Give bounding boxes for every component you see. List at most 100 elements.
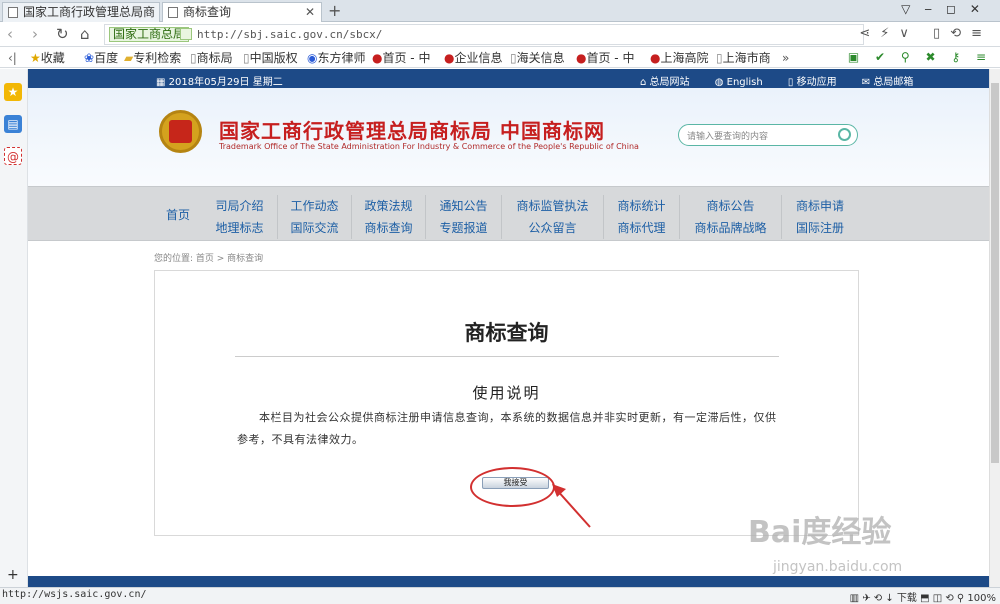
new-tab-button[interactable]: +: [328, 1, 341, 20]
nav-item[interactable]: 专题报道: [426, 217, 501, 239]
browser-tab-trademark-search[interactable]: 商标查询 ✕: [162, 2, 322, 22]
calendar-icon: ▦: [156, 77, 169, 88]
nav-column: 商标申请 国际注册: [782, 195, 858, 239]
emblem-icon: ●: [372, 51, 383, 65]
date-text: 2018年05月29日 星期二: [168, 77, 283, 88]
forward-icon[interactable]: ›: [32, 25, 38, 43]
page-icon: ▯: [716, 51, 723, 65]
page-title: 商标查询: [464, 321, 549, 345]
bookmark-trademark-office[interactable]: ▯商标局: [190, 50, 233, 66]
link-mobile-app[interactable]: ▯ 移动应用: [788, 77, 848, 88]
status-extra-icons[interactable]: ⬒ ◫ ⟲: [920, 593, 957, 604]
download-icon[interactable]: ↓: [885, 593, 893, 604]
nav-item[interactable]: 国际注册: [782, 217, 858, 239]
bookmark-label: 海关信息: [516, 51, 565, 65]
nav-item[interactable]: 商标监管执法: [502, 195, 603, 217]
close-tab-icon[interactable]: ✕: [305, 3, 315, 21]
bookmark-copyright[interactable]: ▯中国版权: [243, 50, 298, 66]
nav-home[interactable]: 首页: [166, 206, 190, 223]
nav-item[interactable]: 公众留言: [502, 217, 603, 239]
nav-item[interactable]: 司局介绍: [202, 195, 277, 217]
sidebar-toggle-icon[interactable]: ‹|: [8, 50, 17, 66]
nav-item[interactable]: 国际交流: [278, 217, 351, 239]
nav-item[interactable]: 通知公告: [426, 195, 501, 217]
emblem-icon: ●: [650, 51, 661, 65]
national-emblem-logo[interactable]: [159, 110, 202, 153]
reload-icon[interactable]: ↻: [56, 25, 69, 43]
site-search-input[interactable]: 请输入要查询的内容: [678, 124, 858, 146]
page-icon: ▯: [243, 51, 250, 65]
scrollbar-thumb[interactable]: [991, 83, 999, 463]
main-navigation: 首页 司局介绍 地理标志 工作动态 国际交流 政策法规 商标查询 通知公告 专题报道 商…: [28, 186, 990, 241]
link-label: 移动应用: [796, 77, 837, 88]
bookmark-favorites[interactable]: ★收藏: [30, 50, 65, 66]
folder-icon: ▰: [124, 51, 134, 65]
bookmark-customs[interactable]: ▯海关信息: [510, 50, 565, 66]
site-title-en: Trademark Office of The State Administra…: [219, 142, 639, 151]
nav-item[interactable]: 商标统计: [604, 195, 679, 217]
web-page: ▦ 2018年05月29日 星期二 ⌂ 总局网站 ◍ English ▯ 移动应…: [28, 69, 990, 587]
star-icon: ★: [30, 51, 41, 65]
extension-icons[interactable]: ▣ ✔ ⚲ ✖ ⚷ ≡: [848, 50, 992, 64]
nav-item[interactable]: 工作动态: [278, 195, 351, 217]
link-label: English: [726, 77, 763, 88]
tab-title: 国家工商行政管理总局商: [23, 5, 156, 19]
breadcrumb: 您的位置: 首页 > 商标查询: [154, 254, 264, 264]
tab-title: 商标查询: [183, 5, 232, 19]
globe-icon: ◉: [307, 51, 318, 65]
site-title-cn: 国家工商行政管理总局商标局 中国商标网: [219, 119, 605, 143]
nav-item[interactable]: 商标查询: [352, 217, 425, 239]
bookmark-home-2[interactable]: ●首页 - 中: [576, 50, 634, 66]
title-divider: [235, 356, 779, 357]
home-icon[interactable]: ⌂: [80, 25, 90, 43]
nav-column: 通知公告 专题报道: [426, 195, 502, 239]
bookmark-label: 上海高院: [660, 51, 709, 65]
nav-item[interactable]: 地理标志: [202, 217, 277, 239]
zoom-level[interactable]: 100%: [967, 593, 996, 604]
bookmark-label: 中国版权: [249, 51, 298, 65]
emblem-center: [169, 120, 192, 143]
utility-links: ⌂ 总局网站 ◍ English ▯ 移动应用 ✉ 总局邮箱: [640, 73, 935, 88]
bookmark-shanghai-court[interactable]: ●上海高院: [650, 50, 709, 66]
nav-column: 司局介绍 地理标志: [202, 195, 278, 239]
nav-item[interactable]: 商标代理: [604, 217, 679, 239]
more-bookmarks-button[interactable]: »: [782, 50, 789, 66]
reading-list-icon[interactable]: ▤: [4, 115, 22, 133]
window-controls[interactable]: ▽‒◻✕: [901, 2, 994, 16]
nav-item[interactable]: 政策法规: [352, 195, 425, 217]
browser-tab-saic-home[interactable]: 国家工商行政管理总局商: [2, 2, 160, 22]
top-utility-bar: ▦ 2018年05月29日 星期二 ⌂ 总局网站 ◍ English ▯ 移动应…: [28, 69, 990, 88]
link-english[interactable]: ◍ English: [715, 77, 774, 88]
link-admin-site[interactable]: ⌂ 总局网站: [640, 77, 701, 88]
browser-sidebar: ★ ▤ @ +: [0, 69, 28, 587]
favorites-star-icon[interactable]: ★: [4, 83, 22, 101]
status-icons[interactable]: ▥ ✈ ⟲: [850, 593, 886, 604]
bookmark-baidu[interactable]: ❀百度: [84, 50, 118, 66]
download-label[interactable]: 下载: [897, 593, 917, 604]
page-icon: [8, 7, 18, 18]
certificate-icon[interactable]: [180, 28, 192, 40]
vertical-scrollbar[interactable]: [989, 69, 1000, 587]
baidu-jingyan-watermark: Bai度经验: [748, 515, 892, 550]
bookmark-patent[interactable]: ▰专利检索: [124, 50, 181, 66]
bookmark-enterprise-info[interactable]: ●企业信息: [444, 50, 503, 66]
url-input[interactable]: 国家工商总局 http://sbj.saic.gov.cn/sbcx/: [104, 24, 864, 45]
bookmark-home-1[interactable]: ●首页 - 中: [372, 50, 430, 66]
nav-item[interactable]: 商标申请: [782, 195, 858, 217]
emblem-icon: ●: [444, 51, 455, 65]
search-icon[interactable]: [838, 128, 851, 141]
current-date: ▦ 2018年05月29日 星期二: [156, 73, 283, 88]
nav-item[interactable]: 商标品牌战略: [680, 217, 781, 239]
bookmark-lawyer[interactable]: ◉东方律师: [307, 50, 366, 66]
zoom-icon[interactable]: ⚲: [957, 593, 964, 604]
bookmark-label: 东方律师: [317, 51, 366, 65]
nav-item[interactable]: 商标公告: [680, 195, 781, 217]
back-icon[interactable]: ‹: [7, 25, 13, 43]
toolbar-icons[interactable]: ⋖⚡∨ ▯⟲≡: [859, 26, 992, 41]
add-sidebar-icon[interactable]: +: [7, 567, 19, 583]
mail-at-icon[interactable]: @: [4, 147, 22, 165]
bookmark-shanghai-city[interactable]: ▯上海市商: [716, 50, 771, 66]
link-email[interactable]: ✉ 总局邮箱: [862, 77, 925, 88]
page-icon: [168, 7, 178, 18]
url-text[interactable]: http://sbj.saic.gov.cn/sbcx/: [197, 28, 382, 41]
